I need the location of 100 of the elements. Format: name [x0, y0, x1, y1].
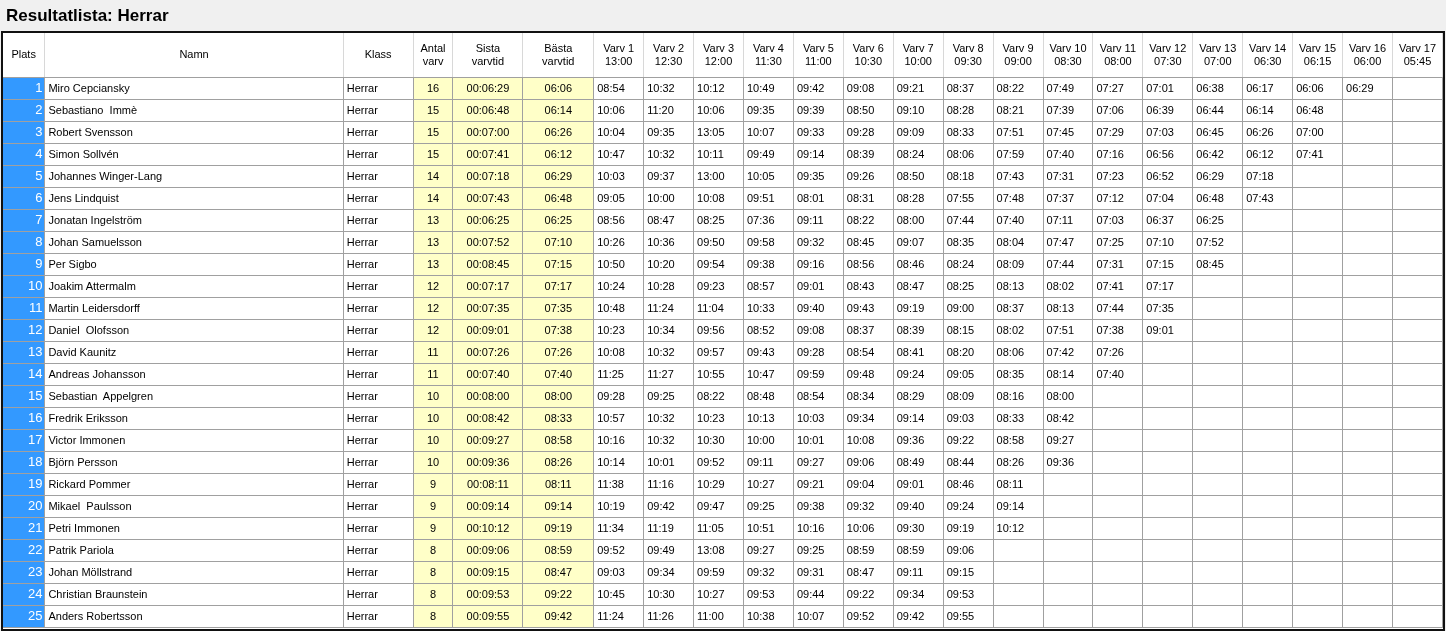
column-header[interactable]: Varv 11 08:00 [1092, 33, 1143, 77]
table-cell: 11:05 [693, 517, 744, 539]
column-header[interactable]: Varv 3 12:00 [693, 33, 744, 77]
row-number-cell[interactable]: 25 [3, 605, 45, 627]
row-number-cell[interactable]: 14 [3, 363, 45, 385]
table-cell: 09:16 [793, 253, 844, 275]
table-cell: 09:38 [793, 495, 844, 517]
row-number-cell[interactable]: 17 [3, 429, 45, 451]
column-header[interactable]: Varv 5 11:00 [793, 33, 844, 77]
column-header[interactable]: Varv 14 06:30 [1242, 33, 1293, 77]
table-cell: 09:00 [943, 297, 994, 319]
row-number-cell[interactable]: 20 [3, 495, 45, 517]
table-cell: 11:26 [643, 605, 694, 627]
row-number-cell[interactable]: 10 [3, 275, 45, 297]
table-cell: 09:05 [593, 187, 644, 209]
table-cell: 08:13 [1043, 297, 1093, 319]
column-header[interactable]: Varv 15 06:15 [1292, 33, 1343, 77]
column-header[interactable]: Sista varvtid [453, 33, 523, 77]
column-header[interactable]: Varv 1 13:00 [593, 33, 644, 77]
column-header[interactable]: Varv 7 10:00 [893, 33, 944, 77]
column-header[interactable]: Klass [343, 33, 414, 77]
table-cell: 10:36 [643, 231, 694, 253]
row-number-cell[interactable]: 3 [3, 121, 45, 143]
table-cell: 08:37 [993, 297, 1043, 319]
row-number-cell[interactable]: 4 [3, 143, 45, 165]
table-cell: 08:47 [643, 209, 694, 231]
column-header[interactable]: Varv 13 07:00 [1192, 33, 1243, 77]
table-cell: 07:43 [993, 165, 1043, 187]
row-number-cell[interactable]: 9 [3, 253, 45, 275]
row-number-cell[interactable]: 1 [3, 77, 45, 99]
table-cell: 07:38 [1092, 319, 1143, 341]
column-header[interactable]: Varv 16 06:00 [1342, 33, 1393, 77]
table-cell: 09:22 [843, 583, 894, 605]
row-number-cell[interactable]: 24 [3, 583, 45, 605]
table-cell: 08:44 [943, 451, 994, 473]
row-number-cell[interactable]: 15 [3, 385, 45, 407]
table-cell: 10:28 [643, 275, 694, 297]
table-cell: 09:51 [743, 187, 794, 209]
table-cell: Daniel Olofsson [44, 319, 344, 341]
row-number-cell[interactable]: 7 [3, 209, 45, 231]
table-cell: 10:01 [793, 429, 844, 451]
column-header[interactable]: Plats [3, 33, 45, 77]
table-cell: 10:24 [593, 275, 644, 297]
table-cell: 08:26 [993, 451, 1043, 473]
column-header[interactable]: Varv 8 09:30 [943, 33, 994, 77]
column-header[interactable]: Antal varv [413, 33, 453, 77]
table-cell: 09:25 [793, 539, 844, 561]
table-cell: 10:07 [743, 121, 794, 143]
row-number-cell[interactable]: 19 [3, 473, 45, 495]
row-number-cell[interactable]: 2 [3, 99, 45, 121]
table-cell: 06:12 [1242, 143, 1293, 165]
column-header[interactable]: Namn [44, 33, 344, 77]
row-number-cell[interactable]: 8 [3, 231, 45, 253]
row-number-cell[interactable]: 11 [3, 297, 45, 319]
table-cell: Victor Immonen [44, 429, 344, 451]
table-cell: 06:26 [1242, 121, 1293, 143]
table-cell: Miro Cepciansky [44, 77, 344, 99]
row-number-cell[interactable]: 16 [3, 407, 45, 429]
table-cell: 09:03 [943, 407, 994, 429]
column-header[interactable]: Varv 17 05:45 [1392, 33, 1443, 77]
row-number-cell[interactable]: 6 [3, 187, 45, 209]
table-cell: 09:32 [793, 231, 844, 253]
table-cell: 08:21 [993, 99, 1043, 121]
column-header[interactable]: Varv 10 08:30 [1043, 33, 1093, 77]
column-header[interactable]: Varv 2 12:30 [643, 33, 694, 77]
window-title: Resultatlista: Herrar [6, 4, 169, 27]
table-cell: Herrar [343, 165, 414, 187]
table-cell: 09:22 [943, 429, 994, 451]
column-header[interactable]: Bästa varvtid [522, 33, 594, 77]
table-cell: 07:10 [1142, 231, 1193, 253]
table-cell: 09:43 [743, 341, 794, 363]
table-cell: Johan Samuelsson [44, 231, 344, 253]
column-header[interactable]: Varv 12 07:30 [1142, 33, 1193, 77]
table-cell: 10:32 [643, 77, 694, 99]
table-cell: 07:03 [1142, 121, 1193, 143]
column-header[interactable]: Varv 9 09:00 [993, 33, 1043, 77]
table-cell: 06:06 [1292, 77, 1343, 99]
table-cell: 07:45 [1043, 121, 1093, 143]
table-cell: 09:44 [793, 583, 844, 605]
row-number-cell[interactable]: 12 [3, 319, 45, 341]
row-number-cell[interactable]: 21 [3, 517, 45, 539]
table-cell: 09:21 [793, 473, 844, 495]
row-number-cell[interactable]: 13 [3, 341, 45, 363]
table-cell: 08:43 [843, 275, 894, 297]
row-number-cell[interactable]: 23 [3, 561, 45, 583]
table-cell: 06:37 [1142, 209, 1193, 231]
table-cell: Herrar [343, 385, 414, 407]
row-number-cell[interactable]: 22 [3, 539, 45, 561]
column-header[interactable]: Varv 6 10:30 [843, 33, 894, 77]
table-cell: 09:53 [743, 583, 794, 605]
table-cell: 09:10 [893, 99, 944, 121]
table-cell: 09:59 [793, 363, 844, 385]
table-cell: Herrar [343, 143, 414, 165]
row-number-cell[interactable]: 18 [3, 451, 45, 473]
row-number-cell[interactable]: 5 [3, 165, 45, 187]
table-cell: Johannes Winger-Lang [44, 165, 344, 187]
table-cell: 07:44 [943, 209, 994, 231]
table-cell: 09:03 [593, 561, 644, 583]
table-cell: Herrar [343, 121, 414, 143]
column-header[interactable]: Varv 4 11:30 [743, 33, 794, 77]
